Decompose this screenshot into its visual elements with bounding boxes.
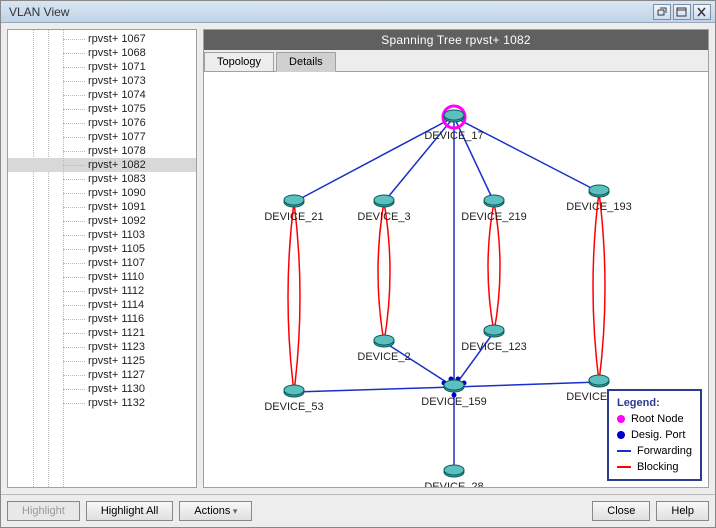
device-label: DEVICE_17 xyxy=(424,130,483,142)
tree-item[interactable]: rpvst+ 1112 xyxy=(8,284,196,298)
tree-item[interactable]: rpvst+ 1132 xyxy=(8,396,196,410)
device-node[interactable] xyxy=(284,385,304,397)
maximize-icon[interactable] xyxy=(673,4,691,20)
tab-details[interactable]: Details xyxy=(276,52,336,72)
vlan-tree[interactable]: rpvst+ 1067rpvst+ 1068rpvst+ 1071rpvst+ … xyxy=(7,29,197,488)
tree-item[interactable]: rpvst+ 1121 xyxy=(8,326,196,340)
tree-item[interactable]: rpvst+ 1082 xyxy=(8,158,196,172)
tabbar: Topology Details xyxy=(204,50,708,72)
legend-root: Root Node xyxy=(617,411,692,427)
vlan-view-window: VLAN View rpvst+ 1067rpvst+ 1068rpvst+ 1… xyxy=(0,0,716,528)
tree-item[interactable]: rpvst+ 1125 xyxy=(8,354,196,368)
tree-item[interactable]: rpvst+ 1071 xyxy=(8,60,196,74)
tree-item[interactable]: rpvst+ 1123 xyxy=(8,340,196,354)
device-label: DEVICE_159 xyxy=(421,396,486,408)
footer: Highlight Highlight All Actions Close He… xyxy=(1,494,715,527)
tree-item[interactable]: rpvst+ 1076 xyxy=(8,116,196,130)
tree-item[interactable]: rpvst+ 1067 xyxy=(8,32,196,46)
device-node[interactable] xyxy=(444,110,464,122)
device-label: DEVICE_2 xyxy=(357,351,410,363)
highlight-button[interactable]: Highlight xyxy=(7,501,80,521)
tree-item[interactable]: rpvst+ 1127 xyxy=(8,368,196,382)
tree-item[interactable]: rpvst+ 1116 xyxy=(8,312,196,326)
actions-button[interactable]: Actions xyxy=(179,501,252,521)
device-node[interactable] xyxy=(374,335,394,347)
legend-forwarding: Forwarding xyxy=(617,443,692,459)
tree-item[interactable]: rpvst+ 1078 xyxy=(8,144,196,158)
close-icon[interactable] xyxy=(693,4,711,20)
device-node[interactable] xyxy=(444,465,464,477)
close-button[interactable]: Close xyxy=(592,501,650,521)
tree-item[interactable]: rpvst+ 1075 xyxy=(8,102,196,116)
legend: Legend: Root Node Desig. Port Forwarding xyxy=(607,389,702,481)
restore-icon[interactable] xyxy=(653,4,671,20)
tree-item[interactable]: rpvst+ 1091 xyxy=(8,200,196,214)
device-node[interactable] xyxy=(589,375,609,387)
legend-blocking: Blocking xyxy=(617,459,692,475)
tree-item[interactable]: rpvst+ 1083 xyxy=(8,172,196,186)
device-node[interactable] xyxy=(284,195,304,207)
tree-item[interactable]: rpvst+ 1103 xyxy=(8,228,196,242)
device-node[interactable] xyxy=(484,195,504,207)
content-area: rpvst+ 1067rpvst+ 1068rpvst+ 1071rpvst+ … xyxy=(1,23,715,494)
device-label: DEVICE_3 xyxy=(357,211,410,223)
tree-item[interactable]: rpvst+ 1074 xyxy=(8,88,196,102)
device-label: DEVICE_53 xyxy=(264,401,323,413)
device-node[interactable] xyxy=(589,185,609,197)
spanning-tree-title: Spanning Tree rpvst+ 1082 xyxy=(204,30,708,50)
main-panel: Spanning Tree rpvst+ 1082 Topology Detai… xyxy=(203,29,709,488)
help-button[interactable]: Help xyxy=(656,501,709,521)
tree-item[interactable]: rpvst+ 1073 xyxy=(8,74,196,88)
tree-item[interactable]: rpvst+ 1092 xyxy=(8,214,196,228)
device-node[interactable] xyxy=(374,195,394,207)
tree-item[interactable]: rpvst+ 1105 xyxy=(8,242,196,256)
device-node[interactable] xyxy=(444,380,464,392)
titlebar: VLAN View xyxy=(1,1,715,23)
tree-item[interactable]: rpvst+ 1090 xyxy=(8,186,196,200)
tree-item[interactable]: rpvst+ 1130 xyxy=(8,382,196,396)
tree-item[interactable]: rpvst+ 1110 xyxy=(8,270,196,284)
legend-desig: Desig. Port xyxy=(617,427,692,443)
window-title: VLAN View xyxy=(5,5,651,19)
tree-item[interactable]: rpvst+ 1107 xyxy=(8,256,196,270)
topology-canvas[interactable]: DEVICE_17 DEVICE_21 DEVICE_3 DEVICE_219 DEVI… xyxy=(204,72,708,487)
tree-item[interactable]: rpvst+ 1077 xyxy=(8,130,196,144)
device-label: DEVICE_28 xyxy=(424,481,483,487)
legend-title: Legend: xyxy=(617,395,692,411)
tab-topology[interactable]: Topology xyxy=(204,52,274,71)
device-label: DEVICE_193 xyxy=(566,201,631,213)
device-label: DEVICE_21 xyxy=(264,211,323,223)
tree-item[interactable]: rpvst+ 1114 xyxy=(8,298,196,312)
highlight-all-button[interactable]: Highlight All xyxy=(86,501,173,521)
device-label: DEVICE_219 xyxy=(461,211,526,223)
tree-item[interactable]: rpvst+ 1068 xyxy=(8,46,196,60)
device-label: DEVICE_123 xyxy=(461,341,526,353)
device-node[interactable] xyxy=(484,325,504,337)
